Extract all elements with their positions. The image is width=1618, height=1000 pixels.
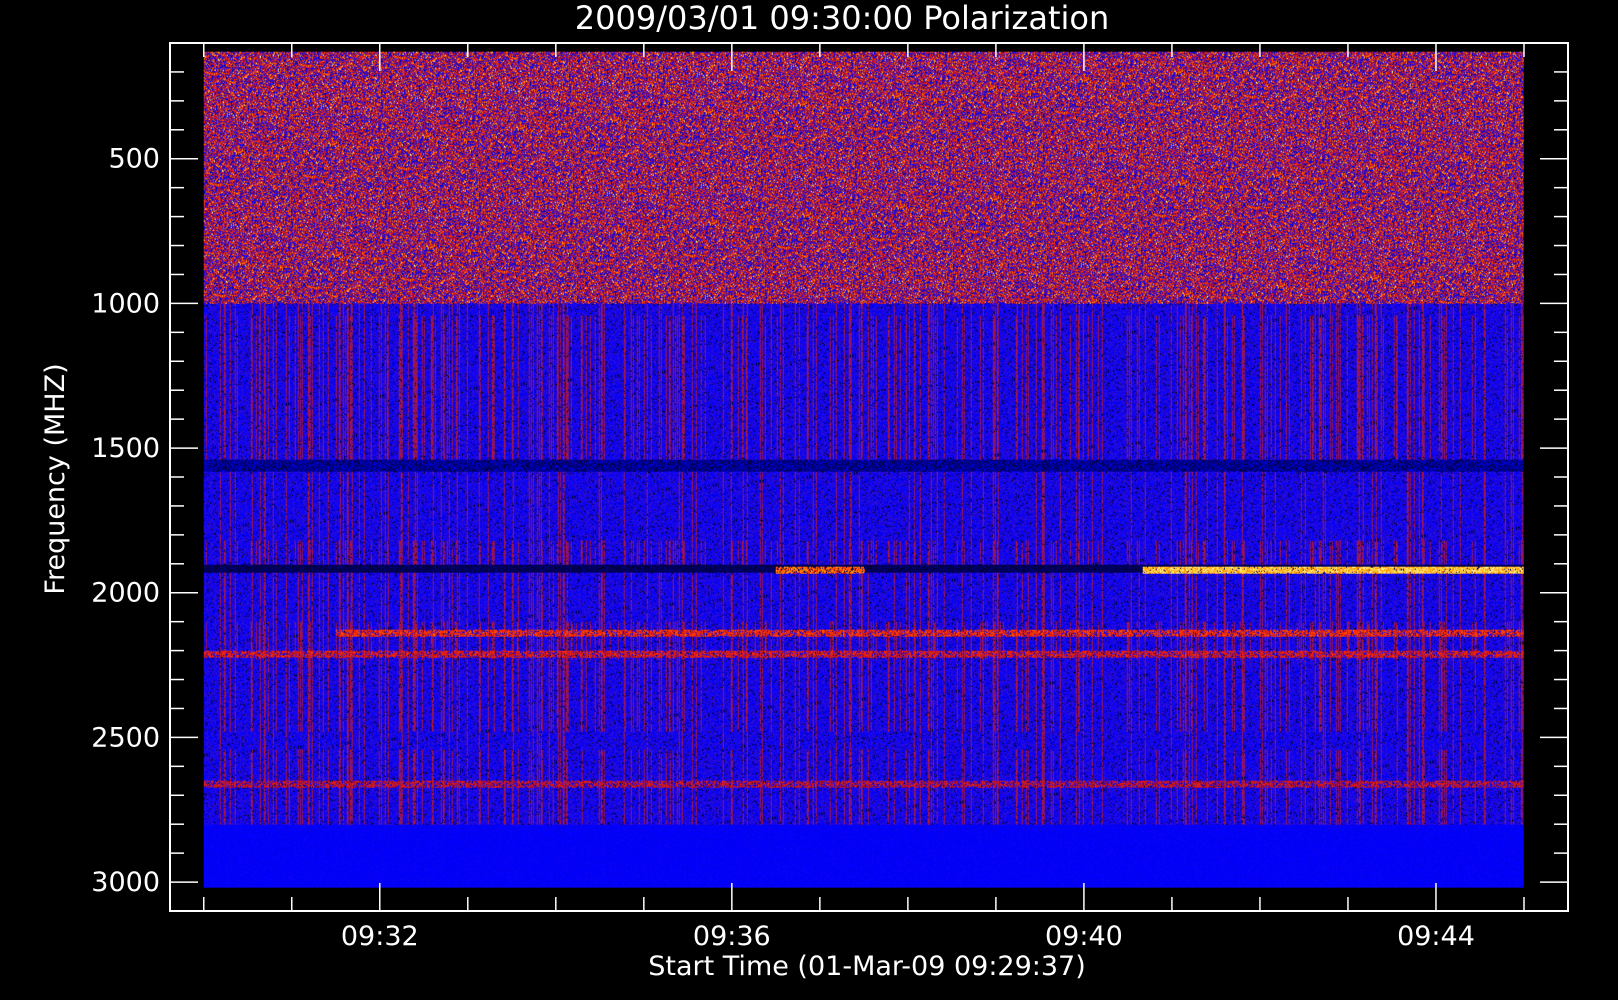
y-axis-label: Frequency (MHZ) xyxy=(40,363,71,594)
spectrogram-image xyxy=(203,51,1524,888)
spectrogram-heatmap xyxy=(203,51,1524,888)
x-tick-label: 09:32 xyxy=(341,921,419,952)
x-tick-label: 09:40 xyxy=(1045,921,1123,952)
y-tick-label: 1500 xyxy=(91,433,160,464)
chart-title: 2009/03/01 09:30:00 Polarization xyxy=(575,0,1109,37)
y-tick-label: 500 xyxy=(108,144,160,175)
x-tick-label: 09:44 xyxy=(1397,921,1475,952)
x-axis-label: Start Time (01-Mar-09 09:29:37) xyxy=(648,951,1086,982)
x-tick-label: 09:36 xyxy=(693,921,771,952)
y-tick-label: 1000 xyxy=(91,288,160,319)
y-tick-label: 2000 xyxy=(91,578,160,609)
y-tick-label: 2500 xyxy=(91,722,160,753)
y-tick-label: 3000 xyxy=(91,867,160,898)
polarization-spectrogram: 2009/03/01 09:30:00 Polarization 500 1000… xyxy=(40,0,1569,982)
